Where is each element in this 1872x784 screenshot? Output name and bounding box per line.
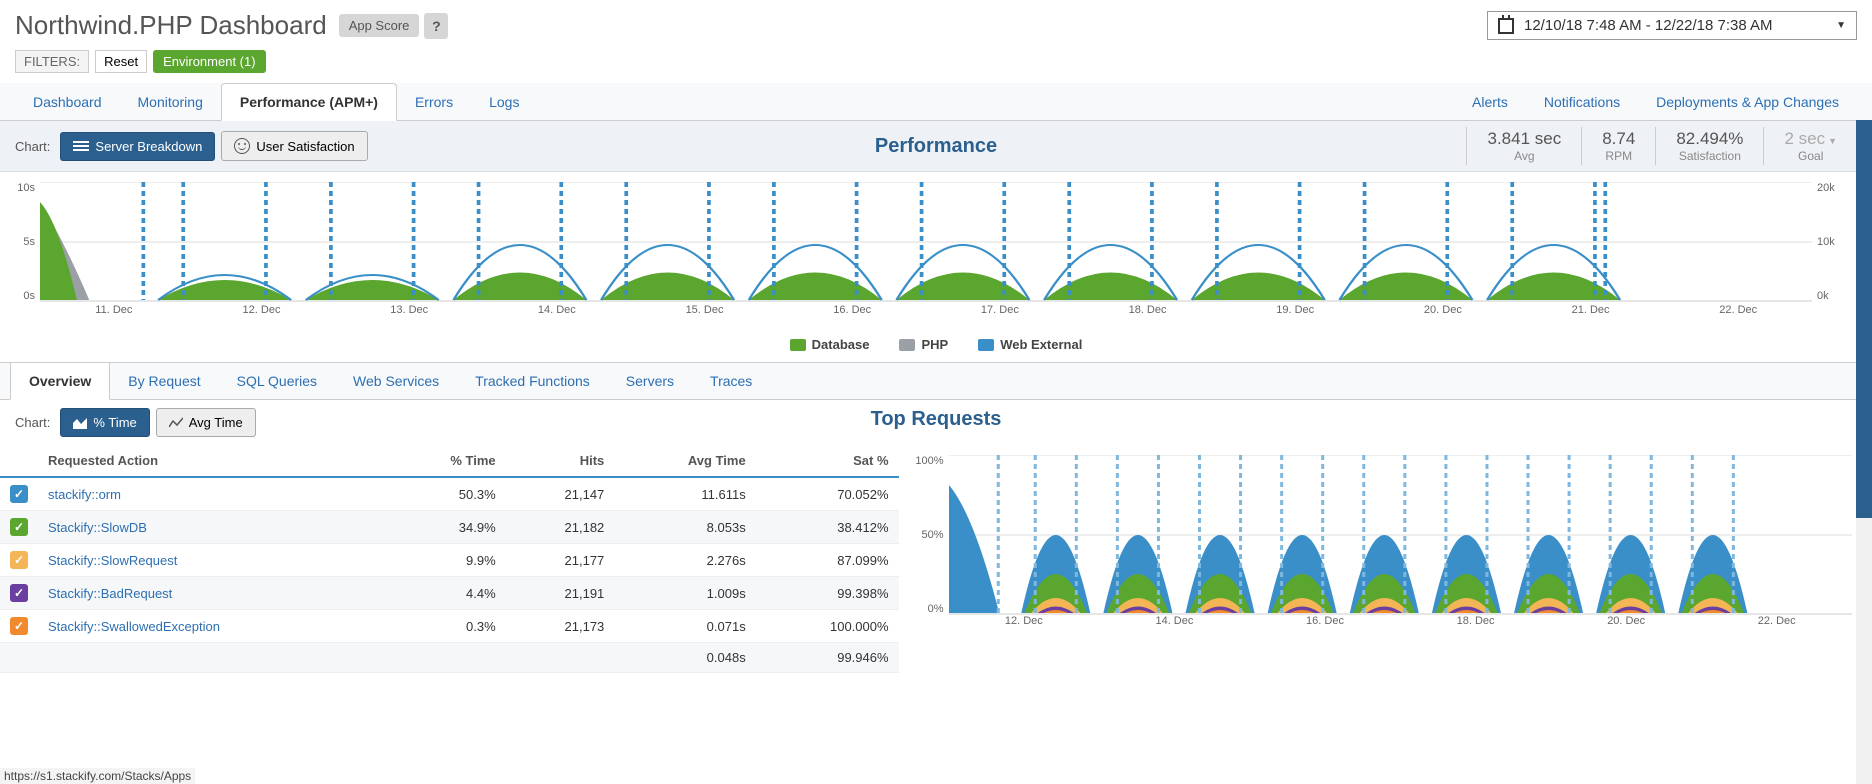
subtab-by-request[interactable]: By Request [110, 363, 218, 399]
tab-dashboard[interactable]: Dashboard [15, 84, 120, 120]
tab-logs[interactable]: Logs [471, 84, 537, 120]
calendar-icon [1498, 18, 1514, 34]
y-axis-left: 10s5s0s [5, 182, 35, 302]
x-axis: 11. Dec12. Dec13. Dec14. Dec15. Dec16. D… [40, 304, 1812, 316]
y-axis-right: 20k10k0k [1817, 182, 1857, 302]
chart-label: Chart: [15, 139, 50, 154]
subtab-traces[interactable]: Traces [692, 363, 770, 399]
requests-chart-panel: 100%50%0% 12. Dec14. Dec16. Dec18. Dec20… [899, 445, 1872, 673]
pct-time-button[interactable]: % Time [60, 408, 149, 437]
avg-time-button[interactable]: Avg Time [156, 408, 256, 437]
mini-y-axis: 100%50%0% [904, 455, 944, 615]
subtab-sql-queries[interactable]: SQL Queries [219, 363, 335, 399]
col-sat-[interactable]: Sat % [756, 445, 899, 477]
legend-database[interactable]: Database [790, 337, 870, 352]
scrollbar[interactable] [1856, 120, 1872, 784]
performance-chart: 10s5s0s 20k10k0k 11. Dec12. Dec13. Dec14… [0, 172, 1872, 332]
tab-alerts[interactable]: Alerts [1454, 84, 1526, 120]
top-requests-toolbar: Chart: % Time Avg Time [0, 400, 1872, 445]
subtab-servers[interactable]: Servers [608, 363, 692, 399]
chart-label-2: Chart: [15, 415, 50, 430]
tab-errors[interactable]: Errors [397, 84, 471, 120]
requests-table: Requested Action% TimeHitsAvg TimeSat % … [0, 445, 899, 673]
performance-toolbar: Chart: Server Breakdown User Satisfactio… [0, 121, 1872, 172]
header: Northwind.PHP Dashboard App Score ? 12/1… [0, 0, 1872, 46]
request-link[interactable]: Stackify::SlowRequest [48, 553, 177, 568]
stat-satisfaction: 82.494%Satisfaction [1655, 127, 1763, 165]
table-row[interactable]: 0.048s99.946% [0, 643, 899, 673]
stat-avg: 3.841 secAvg [1466, 127, 1581, 165]
breakdown-icon [73, 140, 89, 152]
stat-goal[interactable]: 2 sec▼Goal [1763, 127, 1857, 165]
checkbox-icon[interactable]: ✓ [10, 584, 28, 602]
chart-legend: Database PHP Web External [0, 332, 1872, 362]
checkbox-icon[interactable]: ✓ [10, 485, 28, 503]
mini-x-axis: 12. Dec14. Dec16. Dec18. Dec20. Dec22. D… [949, 615, 1852, 627]
col-requested-action[interactable]: Requested Action [38, 445, 387, 477]
date-range-text: 12/10/18 7:48 AM - 12/22/18 7:38 AM [1524, 17, 1773, 34]
app-score-button[interactable]: App Score [339, 14, 420, 37]
request-link[interactable]: Stackify::BadRequest [48, 586, 172, 601]
page-title: Northwind.PHP Dashboard [15, 10, 327, 41]
pct-time-label: % Time [93, 415, 136, 430]
request-link[interactable]: Stackify::SwallowedException [48, 619, 220, 634]
filters-row: FILTERS: Reset Environment (1) [0, 46, 1872, 83]
performance-chart-svg [40, 182, 1812, 302]
request-link[interactable]: stackify::orm [48, 487, 121, 502]
user-satisfaction-label: User Satisfaction [256, 139, 354, 154]
avg-time-label: Avg Time [189, 415, 243, 430]
tab-monitoring[interactable]: Monitoring [120, 84, 221, 120]
table-row[interactable]: ✓Stackify::SwallowedException0.3%21,1730… [0, 610, 899, 643]
help-button[interactable]: ? [424, 13, 448, 39]
requests-table-panel: Requested Action% TimeHitsAvg TimeSat % … [0, 445, 899, 673]
request-link[interactable]: Stackify::SlowDB [48, 520, 147, 535]
col-hits[interactable]: Hits [506, 445, 615, 477]
table-row[interactable]: ✓Stackify::SlowRequest9.9%21,1772.276s87… [0, 544, 899, 577]
requests-chart-svg [949, 455, 1852, 615]
table-row[interactable]: ✓stackify::orm50.3%21,14711.611s70.052% [0, 477, 899, 511]
scrollbar-thumb[interactable] [1856, 120, 1872, 518]
line-chart-icon [169, 417, 183, 429]
subtab-tracked-functions[interactable]: Tracked Functions [457, 363, 608, 399]
legend-web-external[interactable]: Web External [978, 337, 1082, 352]
subtab-web-services[interactable]: Web Services [335, 363, 457, 399]
checkbox-icon[interactable]: ✓ [10, 518, 28, 536]
performance-title: Performance [875, 135, 997, 158]
col-avg-time[interactable]: Avg Time [614, 445, 755, 477]
server-breakdown-button[interactable]: Server Breakdown [60, 132, 215, 161]
top-requests-section: Top Requests Chart: % Time Avg Time [0, 400, 1872, 445]
col--time[interactable]: % Time [387, 445, 506, 477]
status-bar-url: https://s1.stackify.com/Stacks/Apps [0, 768, 195, 784]
sub-tabs: OverviewBy RequestSQL QueriesWeb Service… [0, 362, 1872, 400]
tab-deployments-app-changes[interactable]: Deployments & App Changes [1638, 84, 1857, 120]
environment-filter[interactable]: Environment (1) [153, 50, 265, 73]
reset-filters-button[interactable]: Reset [95, 50, 147, 73]
checkbox-icon[interactable]: ✓ [10, 551, 28, 569]
main-tabs: DashboardMonitoringPerformance (APM+)Err… [0, 83, 1872, 121]
user-satisfaction-button[interactable]: User Satisfaction [221, 131, 367, 161]
lower-panel: Requested Action% TimeHitsAvg TimeSat % … [0, 445, 1872, 673]
subtab-overview[interactable]: Overview [10, 363, 110, 400]
area-chart-icon [73, 417, 87, 429]
table-row[interactable]: ✓Stackify::SlowDB34.9%21,1828.053s38.412… [0, 511, 899, 544]
filters-label: FILTERS: [15, 50, 89, 73]
table-row[interactable]: ✓Stackify::BadRequest4.4%21,1911.009s99.… [0, 577, 899, 610]
stat-rpm: 8.74RPM [1581, 127, 1655, 165]
date-range-picker[interactable]: 12/10/18 7:48 AM - 12/22/18 7:38 AM ▼ [1487, 11, 1857, 40]
tab-performance-apm-[interactable]: Performance (APM+) [221, 83, 397, 121]
chevron-down-icon: ▼ [1836, 20, 1846, 31]
checkbox-icon[interactable]: ✓ [10, 617, 28, 635]
smile-icon [234, 138, 250, 154]
tab-notifications[interactable]: Notifications [1526, 84, 1638, 120]
server-breakdown-label: Server Breakdown [95, 139, 202, 154]
legend-php[interactable]: PHP [899, 337, 948, 352]
